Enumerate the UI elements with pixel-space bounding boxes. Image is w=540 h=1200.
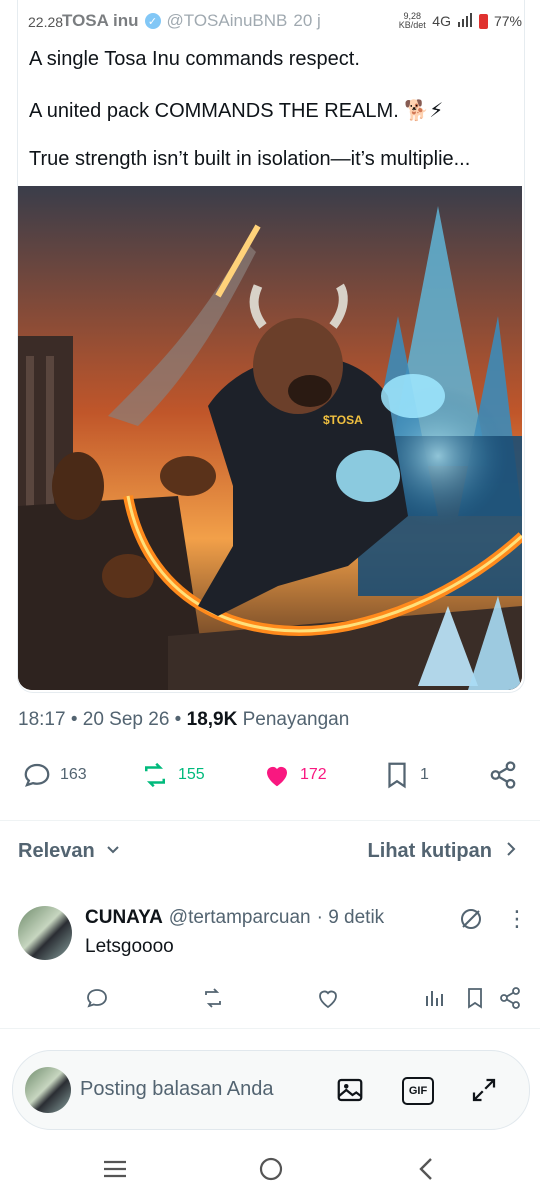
avatar[interactable] [18,906,72,960]
gif-button[interactable]: GIF [402,1077,434,1105]
reply-composer[interactable]: Posting balasan Anda GIF [12,1050,530,1130]
reply-time: · 9 detik [316,907,385,928]
shirt-logo: $TOSA [323,413,363,427]
share-icon [490,761,516,789]
sort-dropdown[interactable]: Relevan [18,840,121,863]
repost-count: 155 [178,766,205,783]
recent-apps-icon[interactable] [100,1154,130,1189]
reply-icon [87,989,107,1008]
reply-author-handle[interactable]: @tertamparcuan [169,907,311,929]
share-button[interactable] [488,760,518,790]
home-icon[interactable] [256,1154,286,1189]
back-icon[interactable] [412,1154,442,1189]
reply-icon [24,763,50,787]
views-label[interactable]: Penayangan [243,709,350,730]
reply-bookmark-button[interactable] [463,986,487,1010]
reply-share-button[interactable] [498,986,522,1010]
tweet-text-line: A united pack COMMANDS THE REALM. 🐕⚡ [29,100,444,122]
avatar [25,1067,71,1113]
like-button[interactable]: 172 [262,760,327,790]
system-nav-bar [0,1140,540,1200]
tweet-text-line[interactable]: True strength isn’t built in isolation—i… [29,148,470,171]
repost-icon [145,762,165,788]
repost-icon [205,988,221,1008]
reply-like-button[interactable] [316,986,340,1010]
share-icon [500,987,520,1009]
repost-button[interactable]: 155 [140,760,205,790]
reply-reply-button[interactable] [85,986,109,1010]
bookmark-icon [388,762,406,789]
chevron-down-icon [105,840,121,863]
divider [0,1028,540,1029]
divider [0,820,540,821]
view-quotes-link[interactable]: Lihat kutipan [368,840,518,863]
more-options-icon[interactable]: ⋮ [506,906,528,932]
reply-button[interactable]: 163 [22,760,87,790]
like-count: 172 [300,766,327,783]
views-icon [426,991,443,1006]
bookmark-button[interactable]: 1 [382,760,429,790]
reply-views-button[interactable] [422,986,446,1010]
image-icon[interactable] [335,1075,365,1110]
chevron-right-icon [504,840,518,863]
reply-repost-button[interactable] [201,986,225,1010]
tweet-meta: 18:17 • 20 Sep 26 • 18,9K Penayangan [18,709,350,730]
tweet-image[interactable]: $TOSA [18,186,522,690]
reply-author-name[interactable]: CUNAYA [85,907,163,929]
reply-text: Letsgoooo [85,936,174,957]
tweet-text-line: A single Tosa Inu commands respect. [29,48,360,70]
tweet-date: 20 Sep 26 [82,709,170,730]
reply-header: CUNAYA @tertamparcuan · 9 detik [85,907,384,929]
heart-icon [319,990,337,1009]
bookmark-count: 1 [420,766,429,783]
heart-icon [267,766,287,787]
views-count: 18,9K [186,709,238,730]
sort-label: Relevan [18,840,95,862]
reply-input[interactable]: Posting balasan Anda [80,1078,274,1101]
reply-count: 163 [60,766,87,783]
grok-icon[interactable] [458,906,484,937]
tweet-time: 18:17 [18,709,66,730]
expand-icon[interactable] [469,1075,499,1110]
quotes-label: Lihat kutipan [367,840,492,862]
bookmark-icon [468,988,482,1009]
